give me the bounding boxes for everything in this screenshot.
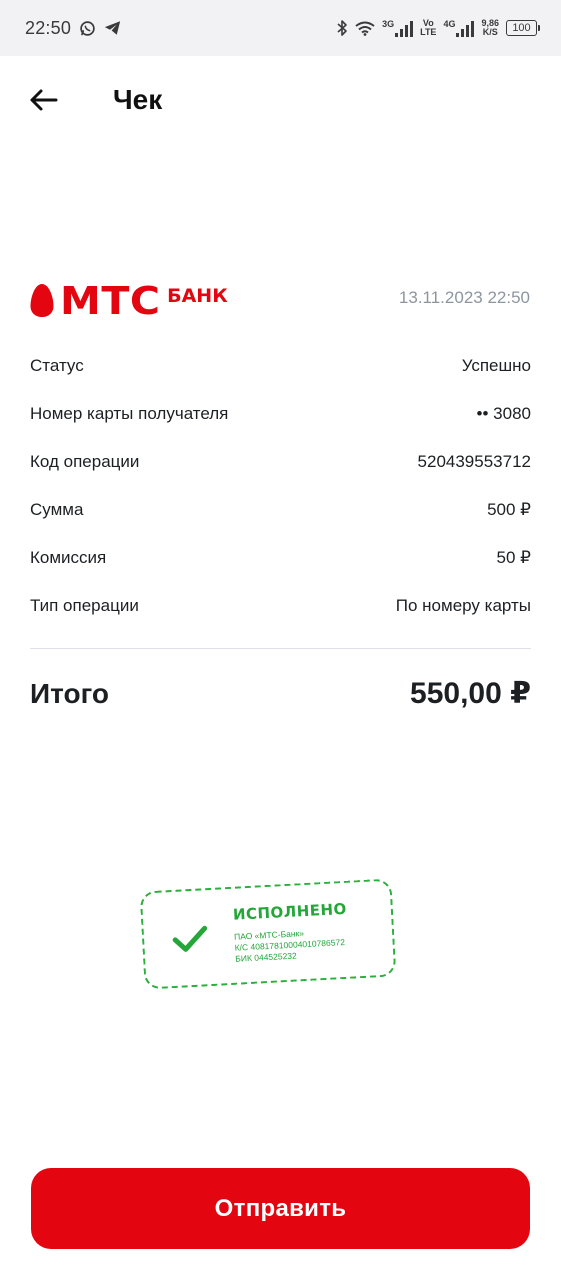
whatsapp-icon — [80, 20, 95, 36]
detail-value: По номеру карты — [395, 596, 531, 615]
wifi-icon — [355, 21, 375, 36]
send-button-label: Отправить — [214, 1194, 347, 1222]
stamp-title: ИСПОЛНЕНО — [232, 899, 348, 924]
divider — [30, 648, 531, 649]
brand-primary: МТС — [60, 279, 161, 323]
volte-bottom-label: LTE — [420, 27, 437, 37]
detail-value: 50 ₽ — [496, 548, 531, 567]
detail-row-commission: Комиссия 50 ₽ — [30, 534, 531, 582]
detail-row-operation-code: Код операции 520439553712 — [30, 438, 531, 486]
detail-label: Тип операции — [30, 596, 139, 615]
detail-label: Код операции — [30, 452, 140, 471]
send-button[interactable]: Отправить — [31, 1168, 530, 1249]
detail-label: Сумма — [30, 500, 84, 519]
completed-stamp: ИСПОЛНЕНО ПАО «МТС-Банк» К/С 40817810004… — [139, 878, 397, 990]
network-3g-label: 3G — [382, 18, 395, 29]
network-speed: 9,86 K/S — [481, 19, 499, 37]
egg-logo-icon — [30, 284, 54, 317]
mts-bank-logo: МТС БАНК — [30, 279, 228, 323]
app-header: Чек — [0, 56, 561, 146]
bluetooth-icon — [337, 20, 347, 36]
detail-value: •• 3080 — [476, 404, 531, 423]
status-bar: 22:50 3G Vo LTE 4G 9,86 K/S 100 — [0, 0, 561, 56]
signal-4g: 4G — [443, 18, 475, 37]
speed-unit: K/S — [482, 27, 498, 37]
arrow-left-icon[interactable] — [28, 86, 60, 114]
signal-3g: 3G — [382, 18, 414, 37]
detail-label: Номер карты получателя — [30, 404, 229, 423]
volte-indicator: Vo LTE — [420, 19, 436, 37]
detail-row-amount: Сумма 500 ₽ — [30, 486, 531, 534]
battery-level: 100 — [512, 22, 531, 34]
detail-row-operation-type: Тип операции По номеру карты — [30, 582, 531, 630]
detail-row-card-number: Номер карты получателя •• 3080 — [30, 390, 531, 438]
status-bar-left: 22:50 — [25, 18, 121, 39]
page-title: Чек — [113, 84, 163, 115]
signal-icon — [456, 20, 475, 37]
total-label: Итого — [30, 677, 109, 709]
clock: 22:50 — [25, 17, 72, 38]
receipt-date: 13.11.2023 22:50 — [398, 288, 530, 307]
signal-icon — [395, 20, 414, 37]
brand-secondary: БАНК — [167, 285, 228, 307]
checkmark-icon — [172, 925, 208, 952]
stamp-line: БИК 044525232 — [234, 950, 297, 964]
total-value: 550,00 ₽ — [410, 677, 531, 710]
detail-value: Успешно — [461, 356, 531, 375]
telegram-icon — [104, 21, 121, 35]
receipt-details: Статус Успешно Номер карты получателя ••… — [30, 342, 531, 630]
network-4g-label: 4G — [443, 18, 456, 29]
detail-label: Статус — [30, 356, 84, 375]
detail-label: Комиссия — [30, 548, 107, 567]
detail-value: 520439553712 — [417, 452, 531, 471]
battery-icon: 100 — [506, 20, 540, 36]
total-row: Итого 550,00 ₽ — [30, 676, 531, 711]
detail-row-status: Статус Успешно — [30, 342, 531, 390]
status-bar-right: 3G Vo LTE 4G 9,86 K/S 100 — [336, 18, 540, 37]
detail-value: 500 ₽ — [487, 500, 531, 519]
